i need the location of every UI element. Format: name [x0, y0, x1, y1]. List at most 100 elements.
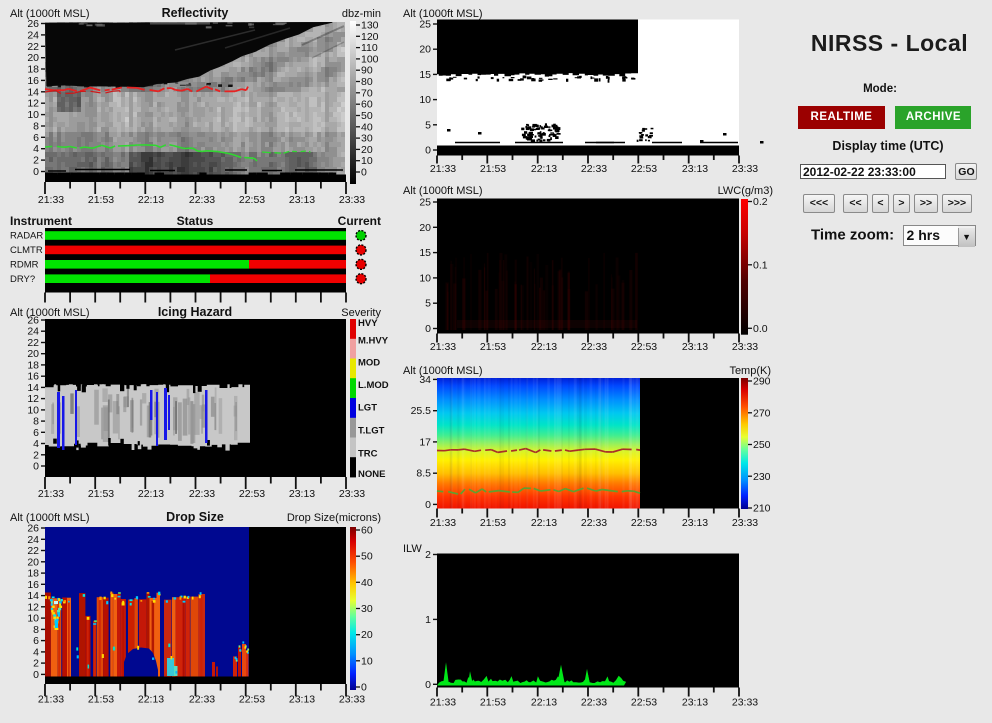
svg-text:12: 12 [27, 393, 39, 405]
svg-text:21:53: 21:53 [480, 163, 506, 175]
svg-text:21:53: 21:53 [480, 341, 506, 353]
svg-text:0: 0 [361, 167, 367, 179]
svg-text:120: 120 [361, 31, 379, 43]
svg-text:22:13: 22:13 [138, 194, 164, 206]
svg-text:100: 100 [361, 53, 379, 65]
svg-text:20: 20 [27, 52, 39, 64]
svg-text:22:53: 22:53 [631, 517, 657, 529]
svg-text:22:33: 22:33 [581, 697, 607, 709]
svg-text:22:53: 22:53 [631, 163, 657, 175]
svg-text:22:33: 22:33 [189, 488, 215, 500]
svg-text:20: 20 [27, 348, 39, 360]
svg-text:4: 4 [33, 646, 39, 658]
svg-text:Icing Hazard: Icing Hazard [158, 305, 232, 319]
svg-text:30: 30 [361, 133, 373, 145]
svg-text:CLMTR: CLMTR [10, 245, 43, 256]
svg-text:210: 210 [753, 503, 771, 515]
svg-text:LGT: LGT [358, 403, 377, 414]
svg-text:Instrument: Instrument [10, 214, 72, 228]
svg-text:130: 130 [361, 20, 379, 32]
svg-text:25: 25 [419, 19, 431, 31]
svg-text:21:33: 21:33 [430, 517, 456, 529]
svg-text:Alt (1000ft MSL): Alt (1000ft MSL) [10, 512, 89, 524]
svg-text:23:33: 23:33 [339, 694, 365, 706]
svg-text:Reflectivity: Reflectivity [162, 6, 229, 20]
svg-text:23:13: 23:13 [289, 694, 315, 706]
svg-text:21:33: 21:33 [430, 697, 456, 709]
svg-text:21:53: 21:53 [480, 517, 506, 529]
svg-text:TRC: TRC [358, 449, 378, 460]
svg-text:23:13: 23:13 [289, 194, 315, 206]
svg-text:22:13: 22:13 [138, 488, 164, 500]
svg-text:6: 6 [33, 635, 39, 647]
svg-text:23:13: 23:13 [682, 517, 708, 529]
svg-text:21:33: 21:33 [430, 341, 456, 353]
svg-text:26: 26 [27, 315, 39, 327]
svg-text:0: 0 [33, 669, 39, 681]
svg-text:25.5: 25.5 [411, 405, 432, 417]
svg-text:Drop Size: Drop Size [166, 510, 224, 524]
svg-text:26: 26 [27, 523, 39, 535]
svg-text:10: 10 [419, 272, 431, 284]
svg-text:18: 18 [27, 64, 39, 76]
svg-text:20: 20 [361, 629, 373, 641]
svg-text:10: 10 [361, 155, 373, 167]
svg-text:8: 8 [33, 624, 39, 636]
svg-text:230: 230 [753, 471, 771, 483]
svg-text:22:53: 22:53 [239, 694, 265, 706]
svg-text:22:33: 22:33 [189, 694, 215, 706]
svg-text:22: 22 [27, 545, 39, 557]
svg-text:14: 14 [27, 86, 39, 98]
svg-text:22:33: 22:33 [581, 163, 607, 175]
svg-text:20: 20 [419, 44, 431, 56]
svg-text:21:53: 21:53 [88, 488, 114, 500]
svg-text:70: 70 [361, 87, 373, 99]
svg-text:10: 10 [27, 613, 39, 625]
svg-text:23:33: 23:33 [732, 341, 758, 353]
svg-text:22: 22 [27, 41, 39, 53]
svg-text:2: 2 [33, 658, 39, 670]
svg-text:0: 0 [425, 145, 431, 157]
svg-text:12: 12 [27, 601, 39, 613]
svg-text:8.5: 8.5 [416, 468, 431, 480]
svg-text:0.0: 0.0 [753, 323, 768, 335]
svg-text:50: 50 [361, 551, 373, 563]
svg-text:23:33: 23:33 [732, 517, 758, 529]
svg-text:6: 6 [33, 132, 39, 144]
svg-text:22:53: 22:53 [631, 341, 657, 353]
svg-text:17: 17 [419, 436, 431, 448]
svg-text:22:53: 22:53 [631, 697, 657, 709]
svg-text:270: 270 [753, 407, 771, 419]
svg-text:22:13: 22:13 [531, 163, 557, 175]
svg-text:20: 20 [361, 144, 373, 156]
svg-text:26: 26 [27, 18, 39, 30]
svg-text:2: 2 [33, 155, 39, 167]
svg-text:40: 40 [361, 121, 373, 133]
svg-text:60: 60 [361, 525, 373, 537]
svg-text:34: 34 [419, 374, 431, 386]
svg-text:Alt (1000ft MSL): Alt (1000ft MSL) [10, 8, 89, 20]
svg-text:21:53: 21:53 [88, 694, 114, 706]
svg-text:ILW: ILW [403, 543, 422, 555]
svg-text:Status: Status [177, 214, 214, 228]
svg-text:110: 110 [361, 42, 378, 54]
svg-text:24: 24 [27, 534, 39, 546]
svg-text:1: 1 [425, 614, 431, 626]
svg-text:4: 4 [33, 438, 39, 450]
svg-text:0: 0 [425, 679, 431, 691]
svg-text:80: 80 [361, 76, 373, 88]
svg-text:12: 12 [27, 98, 39, 110]
svg-text:RDMR: RDMR [10, 260, 39, 271]
svg-text:21:33: 21:33 [38, 194, 64, 206]
svg-text:6: 6 [33, 427, 39, 439]
svg-text:23:13: 23:13 [682, 697, 708, 709]
svg-text:22:53: 22:53 [239, 194, 265, 206]
svg-text:90: 90 [361, 65, 373, 77]
svg-text:0: 0 [33, 166, 39, 178]
svg-text:DRY?: DRY? [10, 274, 35, 285]
svg-text:Drop Size(microns): Drop Size(microns) [287, 512, 381, 524]
svg-text:15: 15 [419, 247, 431, 259]
svg-text:0: 0 [361, 682, 367, 694]
svg-text:MOD: MOD [358, 358, 380, 369]
svg-text:4: 4 [33, 143, 39, 155]
